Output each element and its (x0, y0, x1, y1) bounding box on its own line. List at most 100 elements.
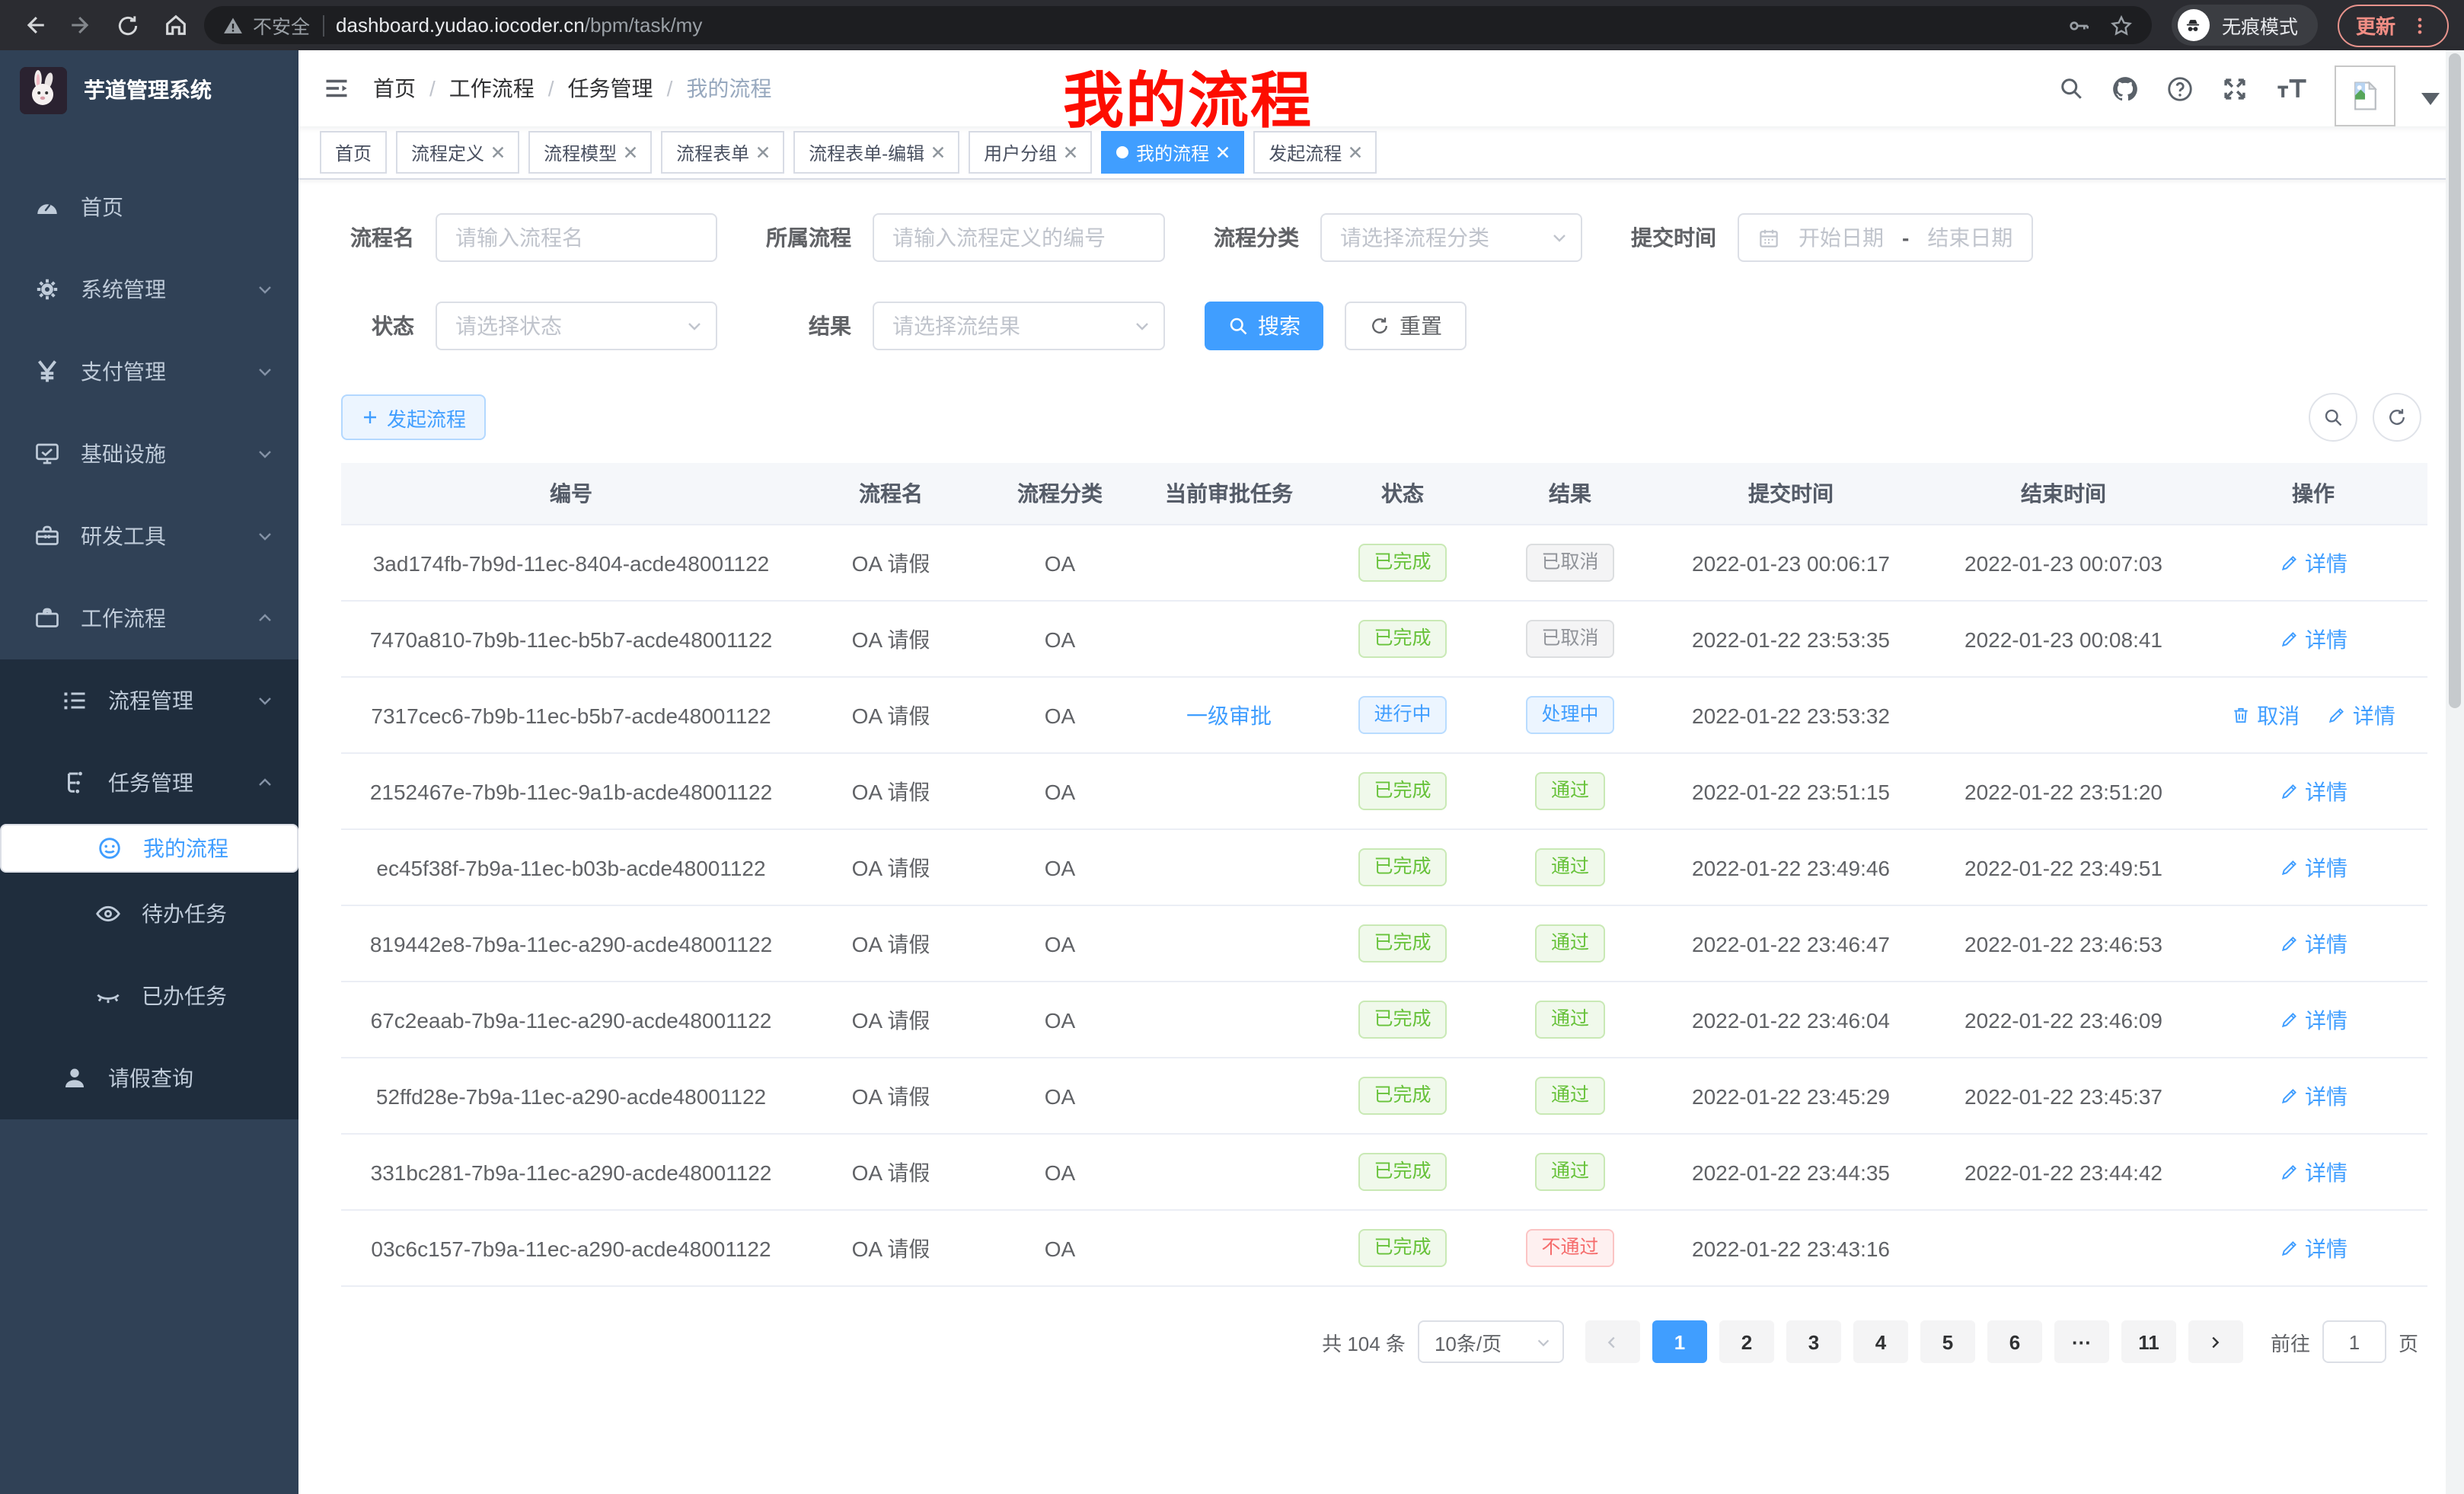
prev-page-button[interactable] (1585, 1320, 1640, 1363)
status-select[interactable]: 请选择状态 (436, 302, 717, 350)
page-button[interactable]: 6 (1987, 1320, 2042, 1363)
tab-process-definition[interactable]: 流程定义 (396, 131, 519, 174)
key-icon[interactable] (2067, 13, 2091, 37)
current-task-link[interactable]: 一级审批 (1186, 700, 1272, 730)
close-icon[interactable] (492, 146, 504, 158)
page-button[interactable]: 11 (2121, 1320, 2176, 1363)
show-search-button[interactable] (2309, 393, 2357, 442)
star-icon[interactable] (2109, 13, 2134, 37)
back-icon[interactable] (15, 7, 52, 43)
caret-down-icon[interactable] (2421, 93, 2440, 105)
close-icon[interactable] (1217, 146, 1229, 158)
reset-button[interactable]: 重置 (1345, 302, 1467, 350)
chevron-down-icon (256, 445, 274, 463)
forward-icon[interactable] (62, 7, 99, 43)
collapse-sidebar-icon[interactable] (323, 75, 350, 102)
address-bar[interactable]: 不安全 dashboard.yudao.iocoder.cn/bpm/task/… (204, 6, 2152, 44)
scrollbar[interactable] (2446, 50, 2464, 1494)
result-select[interactable]: 请选择流结果 (873, 302, 1165, 350)
tab-process-model[interactable]: 流程模型 (528, 131, 652, 174)
result-badge: 通过 (1536, 848, 1604, 886)
font-size-icon[interactable] (2275, 75, 2309, 102)
active-dot (1116, 146, 1128, 158)
total-count: 共 104 条 (1322, 1327, 1406, 1356)
detail-link[interactable]: 详情 (2327, 700, 2395, 730)
search-icon[interactable] (2057, 75, 2085, 102)
detail-link[interactable]: 详情 (2279, 1004, 2348, 1035)
browser-update-button[interactable]: 更新 (2338, 4, 2449, 46)
detail-link[interactable]: 详情 (2279, 624, 2348, 654)
security-badge[interactable]: 不安全 (222, 11, 310, 40)
edit-icon (2279, 1238, 2299, 1258)
category-select[interactable]: 请选择流程分类 (1320, 213, 1582, 262)
start-process-button[interactable]: 发起流程 (341, 394, 486, 440)
sidebar-item-leave-query[interactable]: 请假查询 (0, 1037, 298, 1119)
sidebar-item-task-mgmt[interactable]: 任务管理 (0, 742, 298, 824)
sidebar-item-home[interactable]: 首页 (0, 166, 298, 248)
app-frame: 芋道管理系统 首页 系统管理 支付管理 (0, 50, 2464, 1494)
page-button[interactable]: 2 (1719, 1320, 1774, 1363)
process-table: 编号 流程名 流程分类 当前审批任务 状态 结果 提交时间 结束时间 操作 (341, 463, 2427, 1287)
detail-link[interactable]: 详情 (2279, 1081, 2348, 1111)
help-icon[interactable] (2166, 74, 2194, 103)
close-icon[interactable] (932, 146, 944, 158)
search-button[interactable]: 搜索 (1205, 302, 1323, 350)
edit-icon (2279, 553, 2299, 573)
tab-process-form[interactable]: 流程表单 (661, 131, 784, 174)
edit-icon (2279, 857, 2299, 877)
detail-link[interactable]: 详情 (2279, 928, 2348, 959)
goto-page-input[interactable] (2322, 1320, 2386, 1363)
detail-link[interactable]: 详情 (2279, 776, 2348, 806)
refresh-icon (1369, 315, 1390, 337)
breadcrumb-item[interactable]: 首页 (373, 73, 416, 104)
sidebar-item-my-process[interactable]: 我的流程 (0, 824, 298, 873)
breadcrumb-item[interactable]: 工作流程 (449, 73, 535, 104)
refresh-table-button[interactable] (2373, 393, 2421, 442)
detail-link[interactable]: 详情 (2279, 547, 2348, 578)
sidebar-item-system[interactable]: 系统管理 (0, 248, 298, 330)
page-button[interactable]: 4 (1853, 1320, 1908, 1363)
more-pages-button[interactable]: ··· (2054, 1320, 2109, 1363)
detail-link[interactable]: 详情 (2279, 1233, 2348, 1263)
submit-time-range-picker[interactable]: 开始日期 - 结束日期 (1738, 213, 2032, 262)
breadcrumb-item[interactable]: 任务管理 (568, 73, 653, 104)
sidebar-item-devtools[interactable]: 研发工具 (0, 495, 298, 577)
next-page-button[interactable] (2188, 1320, 2243, 1363)
sidebar-item-infra[interactable]: 基础设施 (0, 413, 298, 495)
page-size-select[interactable]: 10条/页 (1418, 1320, 1564, 1363)
close-icon[interactable] (1064, 146, 1077, 158)
page-button[interactable]: 5 (1920, 1320, 1975, 1363)
process-definition-input[interactable] (873, 213, 1165, 262)
close-icon[interactable] (757, 146, 769, 158)
user-icon (61, 1065, 88, 1092)
process-name-input[interactable] (436, 213, 717, 262)
page-button[interactable]: 3 (1786, 1320, 1841, 1363)
home-icon[interactable] (157, 7, 193, 43)
close-icon[interactable] (1349, 146, 1361, 158)
fullscreen-icon[interactable] (2220, 74, 2249, 103)
sidebar-item-done-tasks[interactable]: 已办任务 (0, 955, 298, 1037)
sidebar-item-workflow[interactable]: 工作流程 (0, 577, 298, 659)
table-row: 7317cec6-7b9b-11ec-b5b7-acde48001122OA 请… (341, 677, 2427, 753)
status-badge: 已完成 (1358, 1229, 1446, 1267)
app-logo[interactable]: 芋道管理系统 (0, 50, 298, 129)
table-row: 2152467e-7b9b-11ec-9a1b-acde48001122OA 请… (341, 753, 2427, 829)
scrollbar-thumb[interactable] (2449, 53, 2461, 708)
avatar[interactable] (2335, 65, 2395, 126)
close-icon[interactable] (624, 146, 637, 158)
sidebar-item-todo-tasks[interactable]: 待办任务 (0, 873, 298, 955)
page-button[interactable]: 1 (1652, 1320, 1707, 1363)
cancel-link[interactable]: 取消 (2231, 700, 2300, 730)
detail-link[interactable]: 详情 (2279, 1157, 2348, 1187)
edit-icon (2279, 1086, 2299, 1106)
sidebar-item-payment[interactable]: 支付管理 (0, 330, 298, 413)
col-header: 状态 (1319, 463, 1486, 525)
reload-icon[interactable] (110, 7, 146, 43)
edit-icon (2279, 1162, 2299, 1182)
top-navbar: 首页 / 工作流程 / 任务管理 / 我的流程 (298, 50, 2464, 126)
github-icon[interactable] (2111, 74, 2140, 103)
tab-process-form-edit[interactable]: 流程表单-编辑 (793, 131, 959, 174)
detail-link[interactable]: 详情 (2279, 852, 2348, 883)
sidebar-item-process-mgmt[interactable]: 流程管理 (0, 659, 298, 742)
tab-home[interactable]: 首页 (320, 131, 387, 174)
